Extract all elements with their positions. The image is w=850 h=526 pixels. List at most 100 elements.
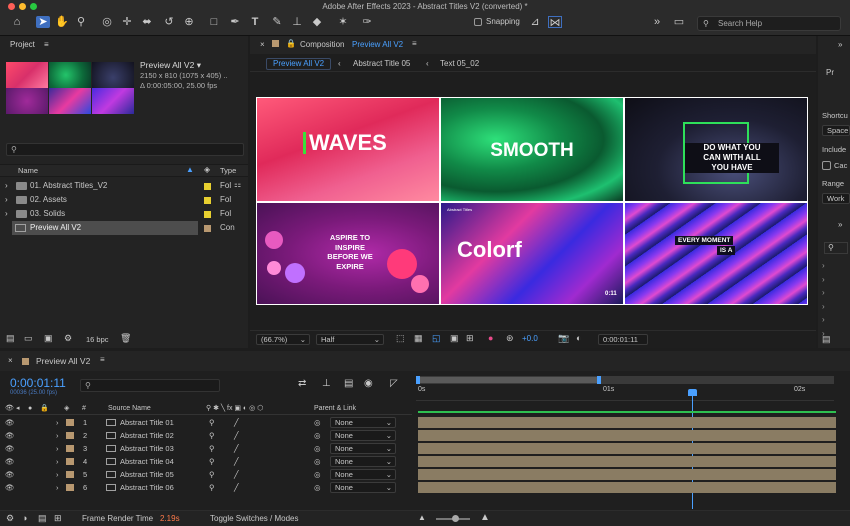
- expand-layer-switches-icon[interactable]: ◑: [22, 513, 27, 523]
- grid-icon[interactable]: ⊞: [466, 333, 474, 344]
- lock-icon[interactable]: 🔒: [286, 39, 296, 48]
- quality-switch-icon[interactable]: ╱: [234, 416, 239, 429]
- show-snapshot-icon[interactable]: ◐: [576, 333, 581, 343]
- composition-panel-name[interactable]: Preview All V2: [352, 40, 403, 49]
- panel-menu-icon[interactable]: ≡: [100, 355, 105, 364]
- type-tool-icon[interactable]: T: [248, 16, 262, 28]
- visibility-eye-icon[interactable]: 👁: [5, 468, 15, 481]
- layer-label-color[interactable]: [66, 484, 74, 491]
- region-of-interest-icon[interactable]: ⬚: [396, 333, 405, 344]
- eraser-tool-icon[interactable]: ◆: [310, 16, 324, 28]
- exposure-value[interactable]: +0.0: [522, 334, 538, 343]
- column-name-label[interactable]: Name: [18, 166, 38, 175]
- project-item-row[interactable]: › 03. Solids Fol: [0, 207, 248, 221]
- collapse-switch-icon[interactable]: ⚲: [209, 429, 215, 442]
- hide-shy-layers-icon[interactable]: ▤: [344, 378, 353, 389]
- work-area-end-handle[interactable]: [597, 376, 601, 384]
- expand-panel-icon[interactable]: »: [838, 220, 842, 229]
- draft-3d-icon[interactable]: ⊥: [322, 378, 331, 389]
- breadcrumb-item[interactable]: Text 05_02: [440, 59, 479, 68]
- snapshot-icon[interactable]: 📷: [558, 333, 569, 344]
- resolution-dropdown[interactable]: Half ⌄: [316, 334, 384, 345]
- expand-panel-icon[interactable]: »: [838, 40, 842, 49]
- interpret-footage-icon[interactable]: ▤: [6, 333, 15, 344]
- project-item-row[interactable]: › 01. Abstract Titles_V2 Fol: [0, 179, 248, 193]
- current-time-display[interactable]: 0:00:01:11: [598, 334, 648, 345]
- parent-pickwhip-icon[interactable]: ◎: [314, 455, 321, 468]
- quality-switch-icon[interactable]: ╱: [234, 442, 239, 455]
- new-folder-icon[interactable]: ▭: [24, 333, 33, 344]
- column-type-label[interactable]: Type: [220, 166, 236, 175]
- quality-switch-icon[interactable]: ╱: [234, 429, 239, 442]
- snap-grid-icon[interactable]: ⋈: [548, 16, 562, 29]
- parent-pickwhip-icon[interactable]: ◎: [314, 429, 321, 442]
- timeline-timecode[interactable]: 0:00:01:11: [10, 376, 66, 390]
- visibility-eye-icon[interactable]: 👁: [5, 416, 15, 429]
- pan-camera-icon[interactable]: ✛: [120, 16, 134, 28]
- zoom-in-icon[interactable]: ▲: [480, 512, 490, 523]
- panel-options-icon[interactable]: ≡: [412, 39, 417, 48]
- hand-tool-icon[interactable]: ✋: [55, 16, 69, 28]
- layer-name[interactable]: Abstract Title 03: [120, 442, 174, 455]
- layer-duration-bar[interactable]: [418, 443, 836, 454]
- collapse-switch-icon[interactable]: ⚲: [209, 442, 215, 455]
- layer-label-color[interactable]: [66, 419, 74, 426]
- color-channel-icon[interactable]: ●: [488, 333, 493, 343]
- range-dropdown[interactable]: Work: [822, 193, 850, 204]
- selection-tool-icon[interactable]: ➤: [36, 16, 50, 28]
- zoom-slider-handle[interactable]: [452, 515, 459, 522]
- layer-name[interactable]: Abstract Title 04: [120, 455, 174, 468]
- project-search-input[interactable]: ⚲: [6, 143, 244, 156]
- expand-arrow-icon[interactable]: ›: [5, 207, 8, 221]
- shortcut-dropdown[interactable]: Space: [822, 125, 850, 136]
- cache-checkbox[interactable]: [822, 161, 831, 170]
- mask-visibility-icon[interactable]: ◱: [432, 333, 441, 344]
- layer-name[interactable]: Abstract Title 02: [120, 429, 174, 442]
- expand-modes-icon[interactable]: ▤: [38, 513, 47, 524]
- trash-icon[interactable]: 🗑: [120, 333, 131, 344]
- work-area-range[interactable]: [418, 377, 601, 383]
- snap-options-icon[interactable]: ⊿: [528, 16, 542, 28]
- playhead-handle[interactable]: [688, 389, 697, 396]
- sort-up-icon[interactable]: ▲: [186, 165, 194, 174]
- parent-pickwhip-icon[interactable]: ◎: [314, 416, 321, 429]
- work-area-start-handle[interactable]: [416, 376, 420, 384]
- workspace-layout-icon[interactable]: ▭: [672, 16, 686, 28]
- timeline-search-input[interactable]: ⚲: [80, 379, 220, 392]
- transparency-grid-icon[interactable]: ▦: [414, 333, 423, 344]
- visibility-eye-icon[interactable]: 👁: [5, 455, 15, 468]
- zoom-dropdown[interactable]: (66.7%) ⌄: [256, 334, 310, 345]
- layer-name[interactable]: Abstract Title 05: [120, 468, 174, 481]
- brush-tool-icon[interactable]: ✎: [270, 16, 284, 28]
- expand-arrow-icon[interactable]: ›: [5, 193, 8, 207]
- breadcrumb-item[interactable]: Abstract Title 05: [353, 59, 410, 68]
- expand-arrow-icon[interactable]: ›: [56, 455, 59, 468]
- expand-arrow-icon[interactable]: ›: [5, 179, 8, 193]
- parent-dropdown[interactable]: None ⌄: [330, 456, 396, 467]
- graph-editor-icon[interactable]: ◸: [390, 378, 398, 389]
- time-ruler[interactable]: 0s 01s 02s: [416, 385, 834, 401]
- breadcrumb-item-active[interactable]: Preview All V2: [266, 58, 332, 70]
- close-tab-icon[interactable]: ×: [260, 40, 265, 49]
- work-area-bar[interactable]: [416, 376, 834, 384]
- panel-menu-icon[interactable]: [272, 40, 279, 47]
- layer-duration-bar[interactable]: [418, 456, 836, 467]
- expand-arrow-icon[interactable]: ›: [56, 429, 59, 442]
- search-help-input[interactable]: ⚲ Search Help: [697, 16, 841, 31]
- expand-time-icon[interactable]: ⊞: [54, 513, 62, 524]
- layer-duration-bar[interactable]: [418, 469, 836, 480]
- close-tab-icon[interactable]: ×: [8, 356, 13, 365]
- parent-link-column-label[interactable]: Parent & Link: [314, 403, 356, 415]
- rectangle-tool-icon[interactable]: □: [207, 16, 221, 28]
- parent-dropdown[interactable]: None ⌄: [330, 443, 396, 454]
- zoom-tool-icon[interactable]: ⚲: [74, 16, 88, 28]
- visibility-eye-icon[interactable]: 👁: [5, 429, 15, 442]
- workspace-overflow-icon[interactable]: »: [650, 16, 664, 28]
- exposure-reset-icon[interactable]: ⊛: [506, 333, 514, 344]
- composition-mini-flowchart-icon[interactable]: ⇄: [298, 378, 306, 389]
- puppet-pin-icon[interactable]: ✑: [360, 16, 374, 28]
- layer-label-color[interactable]: [66, 471, 74, 478]
- source-name-column-label[interactable]: Source Name: [108, 403, 151, 415]
- label-tag-icon[interactable]: ◈: [204, 165, 210, 174]
- layer-label-color[interactable]: [66, 445, 74, 452]
